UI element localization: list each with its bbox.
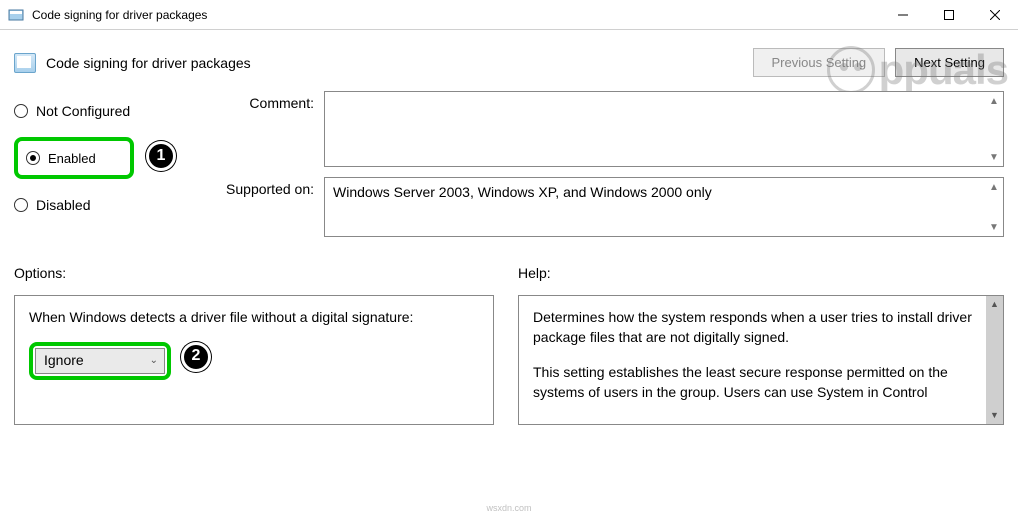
radio-label: Disabled <box>36 197 90 213</box>
annotation-badge-1: 1 <box>146 141 176 171</box>
app-icon <box>8 7 24 23</box>
help-label: Help: <box>518 265 1004 281</box>
radio-label: Enabled <box>48 151 96 166</box>
scroll-up-icon[interactable]: ▲ <box>986 296 1003 313</box>
minimize-button[interactable] <box>880 0 926 30</box>
scroll-down-icon[interactable]: ▼ <box>987 220 1001 234</box>
supported-label: Supported on: <box>194 177 324 237</box>
scrollbar[interactable]: ▲ ▼ <box>986 296 1003 424</box>
annotation-badge-2: 2 <box>181 342 211 372</box>
options-box: When Windows detects a driver file witho… <box>14 295 494 425</box>
radio-icon <box>26 151 40 165</box>
radio-not-configured[interactable]: Not Configured <box>14 95 194 127</box>
options-label: Options: <box>14 265 494 281</box>
radio-disabled[interactable]: Disabled <box>14 189 194 221</box>
watermark: ppuals <box>827 46 1008 94</box>
policy-icon <box>14 53 36 73</box>
close-button[interactable] <box>972 0 1018 30</box>
radio-icon <box>14 104 28 118</box>
window-title: Code signing for driver packages <box>32 8 880 22</box>
radio-enabled[interactable]: Enabled <box>14 137 134 179</box>
comment-field[interactable]: ▲ ▼ <box>324 91 1004 167</box>
scroll-up-icon[interactable]: ▲ <box>987 94 1001 108</box>
comment-label: Comment: <box>194 91 324 167</box>
help-text: This setting establishes the least secur… <box>533 363 979 402</box>
scroll-up-icon[interactable]: ▲ <box>987 180 1001 194</box>
radio-label: Not Configured <box>36 103 130 119</box>
help-text: Determines how the system responds when … <box>533 308 979 347</box>
maximize-button[interactable] <box>926 0 972 30</box>
radio-icon <box>14 198 28 212</box>
titlebar: Code signing for driver packages <box>0 0 1018 30</box>
supported-field: Windows Server 2003, Windows XP, and Win… <box>324 177 1004 237</box>
help-box: Determines how the system responds when … <box>518 295 1004 425</box>
chevron-down-icon: ⌄ <box>150 354 158 368</box>
scroll-down-icon[interactable]: ▼ <box>986 407 1003 424</box>
scroll-down-icon[interactable]: ▼ <box>987 150 1001 164</box>
options-text: When Windows detects a driver file witho… <box>29 308 479 328</box>
signature-action-dropdown[interactable]: Ignore ⌄ <box>35 348 165 374</box>
window-controls <box>880 0 1018 30</box>
source-watermark: wsxdn.com <box>486 503 531 513</box>
page-title: Code signing for driver packages <box>46 55 753 71</box>
